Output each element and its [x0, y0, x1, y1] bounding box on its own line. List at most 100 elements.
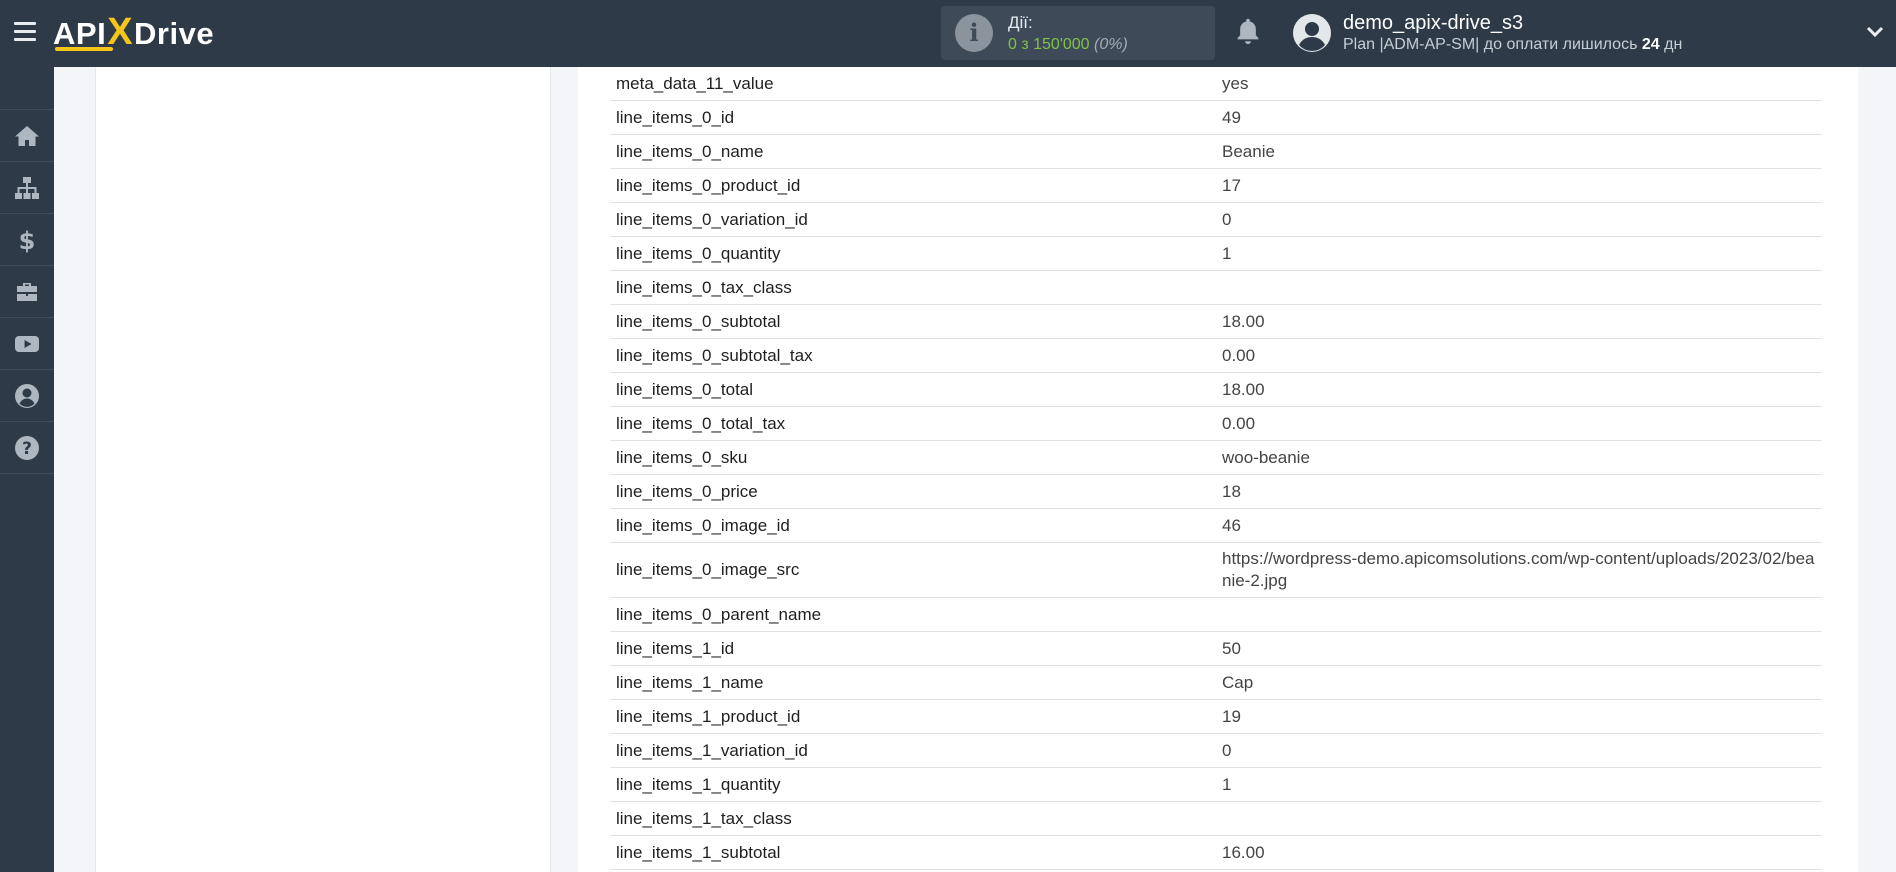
plan-days-unit: дн	[1664, 36, 1683, 53]
field-value: 0.00	[1216, 338, 1822, 373]
field-value: 0.00	[1216, 406, 1822, 441]
field-name: line_items_0_quantity	[610, 236, 1216, 271]
user-plan: Plan |ADM-AP-SM| до оплати лишилось 24 д…	[1343, 36, 1682, 54]
table-row: line_items_1_name Cap	[610, 665, 1822, 700]
table-row: line_items_0_total_tax 0.00	[610, 406, 1822, 441]
bell-icon[interactable]	[1234, 17, 1262, 47]
table-row: line_items_0_product_id 17	[610, 168, 1822, 203]
field-value: 0	[1216, 202, 1822, 237]
field-name: line_items_1_id	[610, 631, 1216, 666]
sidebar-item-video[interactable]	[0, 318, 54, 370]
sidebar-item-tools[interactable]	[0, 266, 54, 318]
question-circle-icon: ?	[15, 435, 39, 460]
field-name: line_items_0_id	[610, 100, 1216, 135]
table-row: line_items_0_image_id 46	[610, 508, 1822, 543]
logo-text-api: API	[53, 16, 107, 51]
left-panel	[95, 67, 551, 872]
field-value: 19	[1216, 699, 1822, 734]
plan-text: Plan |ADM-AP-SM| до оплати лишилось	[1343, 36, 1638, 53]
user-avatar-icon[interactable]	[1293, 14, 1331, 52]
field-value: 49	[1216, 100, 1822, 135]
sidebar-item-home[interactable]	[0, 110, 54, 162]
field-name: line_items_0_image_src	[610, 542, 1216, 598]
field-name: line_items_1_tax_class	[610, 801, 1216, 836]
table-row: line_items_0_name Beanie	[610, 134, 1822, 169]
table-row: line_items_0_variation_id 0	[610, 202, 1822, 237]
field-value: 1	[1216, 767, 1822, 802]
sidebar: $ ?	[0, 67, 54, 872]
field-value: yes	[1216, 67, 1822, 101]
field-value: 46	[1216, 508, 1822, 543]
sidebar-item-connections[interactable]	[0, 162, 54, 214]
field-value: 16.00	[1216, 835, 1822, 870]
table-row: meta_data_11_value yes	[610, 67, 1822, 101]
table-row: line_items_0_quantity 1	[610, 236, 1822, 271]
sidebar-item-help[interactable]: ?	[0, 422, 54, 474]
field-name: line_items_1_quantity	[610, 767, 1216, 802]
actions-percent: (0%)	[1094, 36, 1128, 53]
field-name: line_items_0_name	[610, 134, 1216, 169]
field-value: 18.00	[1216, 372, 1822, 407]
logo-underline	[55, 47, 113, 51]
field-value: woo-beanie	[1216, 440, 1822, 475]
field-value	[1216, 597, 1822, 632]
user-name[interactable]: demo_apix-drive_s3	[1343, 12, 1523, 35]
actions-count: 0 з 150'000	[1008, 36, 1090, 53]
field-name: line_items_0_image_id	[610, 508, 1216, 543]
field-name: line_items_0_subtotal_tax	[610, 338, 1216, 373]
hamburger-menu-icon[interactable]	[14, 22, 36, 42]
table-row: line_items_0_parent_name	[610, 597, 1822, 632]
top-bar: APIXDrive i Дії: 0 з 150'000 (0%) demo_a…	[0, 0, 1896, 67]
field-name: line_items_0_price	[610, 474, 1216, 509]
chevron-down-icon[interactable]	[1865, 22, 1885, 42]
field-name: line_items_0_variation_id	[610, 202, 1216, 237]
table-row: line_items_0_id 49	[610, 100, 1822, 135]
field-name: line_items_1_subtotal	[610, 835, 1216, 870]
field-name: line_items_0_subtotal	[610, 304, 1216, 339]
table-row: line_items_0_sku woo-beanie	[610, 440, 1822, 475]
home-icon	[15, 125, 39, 146]
table-row: line_items_0_tax_class	[610, 270, 1822, 305]
table-row: line_items_1_product_id 19	[610, 699, 1822, 734]
table-row: line_items_0_image_src https://wordpress-…	[610, 542, 1822, 598]
sidebar-item-billing[interactable]: $	[0, 214, 54, 266]
table-row: line_items_1_id 50	[610, 631, 1822, 666]
field-value: 0	[1216, 733, 1822, 768]
field-name: line_items_0_tax_class	[610, 270, 1216, 305]
plan-days: 24	[1641, 36, 1660, 53]
field-name: meta_data_11_value	[610, 67, 1216, 101]
sitemap-icon	[15, 176, 39, 199]
field-name: line_items_1_name	[610, 665, 1216, 700]
briefcase-icon	[17, 282, 37, 301]
field-value: 17	[1216, 168, 1822, 203]
field-value: Cap	[1216, 665, 1822, 700]
field-value: Beanie	[1216, 134, 1822, 169]
dollar-icon: $	[19, 227, 36, 254]
field-name: line_items_1_product_id	[610, 699, 1216, 734]
table-row: line_items_1_tax_class	[610, 801, 1822, 836]
actions-counter: i Дії: 0 з 150'000 (0%)	[941, 6, 1215, 60]
table-row: line_items_1_variation_id 0	[610, 733, 1822, 768]
apixdrive-logo[interactable]: APIXDrive	[53, 12, 214, 52]
field-name: line_items_0_total	[610, 372, 1216, 407]
svg-text:$: $	[19, 227, 36, 254]
table-row: line_items_0_subtotal 18.00	[610, 304, 1822, 339]
actions-label: Дії:	[1008, 13, 1033, 32]
field-name: line_items_0_sku	[610, 440, 1216, 475]
field-name: line_items_1_variation_id	[610, 733, 1216, 768]
table-row: line_items_0_price 18	[610, 474, 1822, 509]
table-row: line_items_1_subtotal 16.00	[610, 835, 1822, 870]
logo-text-drive: Drive	[134, 16, 215, 51]
data-table: meta_data_11_value yes line_items_0_id 49 li…	[610, 67, 1822, 870]
field-name: line_items_0_product_id	[610, 168, 1216, 203]
table-row: line_items_0_total 18.00	[610, 372, 1822, 407]
info-icon: i	[955, 14, 993, 52]
user-circle-icon	[15, 383, 39, 408]
field-value: 50	[1216, 631, 1822, 666]
youtube-icon	[15, 335, 39, 352]
data-panel: meta_data_11_value yes line_items_0_id 49 li…	[578, 67, 1858, 872]
sidebar-item-account[interactable]	[0, 370, 54, 422]
svg-text:?: ?	[22, 439, 32, 459]
field-value: 18	[1216, 474, 1822, 509]
field-value	[1216, 270, 1822, 305]
